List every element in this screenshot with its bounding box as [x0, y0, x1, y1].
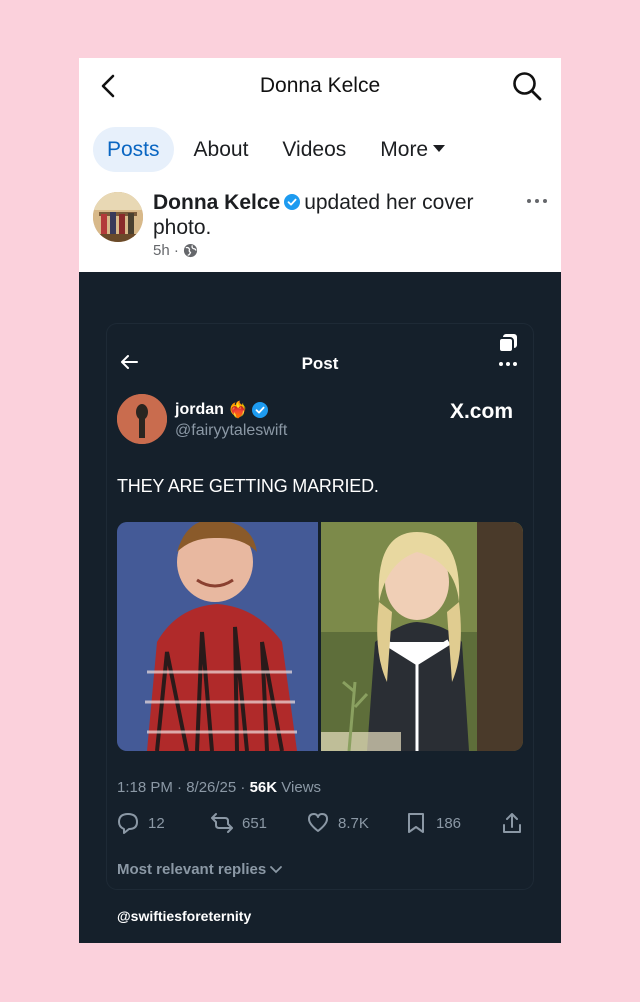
tweet-author: jordan ❤️‍🔥: [175, 400, 269, 420]
reply-icon: [118, 813, 138, 834]
search-icon[interactable]: [511, 70, 543, 102]
page-title: Donna Kelce: [259, 74, 381, 97]
avatar-image: [93, 192, 143, 242]
share-action: [501, 812, 532, 834]
tweet-screen-title: Post: [301, 354, 339, 373]
tweet-author-name: jordan: [175, 401, 224, 418]
tab-more[interactable]: More: [366, 127, 459, 172]
tweet-avatar: [117, 394, 167, 444]
tab-posts[interactable]: Posts: [93, 127, 174, 172]
tweet-timestamp: 1:18 PM · 8/26/25 · 56K Views: [117, 779, 321, 796]
tab-about[interactable]: About: [180, 127, 263, 172]
caret-down-icon: [433, 145, 446, 153]
globe-icon: [183, 243, 197, 258]
post-header: Donna Kelce updated her cover photo. 5h ·: [93, 190, 553, 270]
more-options-icon[interactable]: [525, 196, 549, 206]
post-description: Donna Kelce updated her cover photo.: [153, 190, 513, 240]
chevron-down-icon: [270, 865, 283, 873]
verified-badge-icon: [284, 194, 301, 210]
tweet-time: 1:18 PM · 8/26/25 ·: [117, 779, 250, 796]
fire-heart-emoji: ❤️‍🔥: [228, 402, 249, 419]
tweet-avatar-image: [117, 394, 167, 444]
heart-icon: [308, 813, 328, 832]
tweet-handle: @fairyytaleswift: [175, 422, 288, 439]
tweet-photos: [117, 522, 523, 751]
overlay-menu-icon: [498, 334, 517, 366]
cover-photo[interactable]: Post jordan ❤️‍🔥 @fairyytaleswift X.com …: [79, 272, 561, 943]
avatar[interactable]: [93, 192, 143, 242]
phone-screen: Donna Kelce Posts About Videos More Donn…: [79, 58, 561, 943]
bookmark-action: 186: [405, 812, 461, 834]
share-icon: [503, 813, 521, 833]
tab-more-label: More: [380, 138, 429, 161]
tweet-actions: 12 651 8.7K 186: [117, 812, 523, 838]
tweet-screenshot: Post jordan ❤️‍🔥 @fairyytaleswift X.com …: [107, 324, 533, 889]
tweet-verified-icon: [252, 402, 269, 418]
post-time: 5h: [153, 242, 170, 259]
author-name[interactable]: Donna Kelce: [153, 191, 280, 214]
childhood-photos: [117, 522, 523, 751]
repost-icon: [211, 813, 233, 833]
tab-videos[interactable]: Videos: [268, 127, 360, 172]
bookmark-count: 186: [436, 814, 462, 832]
like-action: 8.7K: [307, 812, 369, 834]
replies-filter: Most relevant replies: [117, 861, 283, 878]
x-logo-text: X.com: [449, 400, 513, 423]
meta-separator: ·: [173, 242, 179, 259]
reply-count: 12: [148, 814, 165, 832]
views-count: 56K: [249, 779, 278, 796]
like-count: 8.7K: [338, 814, 369, 832]
reply-action: 12: [117, 812, 165, 834]
replies-filter-label: Most relevant replies: [117, 861, 267, 878]
bookmark-icon: [408, 813, 424, 833]
repost-action: 651: [211, 812, 267, 834]
repost-count: 651: [242, 814, 268, 832]
tweet-text: THEY ARE GETTING MARRIED.: [117, 476, 379, 496]
top-bar: Donna Kelce: [79, 58, 561, 116]
views-label: Views: [281, 779, 322, 796]
post-meta: 5h ·: [153, 242, 198, 259]
watermark-text: @swiftiesforeternity: [117, 908, 252, 924]
profile-tabs: Posts About Videos More: [93, 127, 465, 172]
